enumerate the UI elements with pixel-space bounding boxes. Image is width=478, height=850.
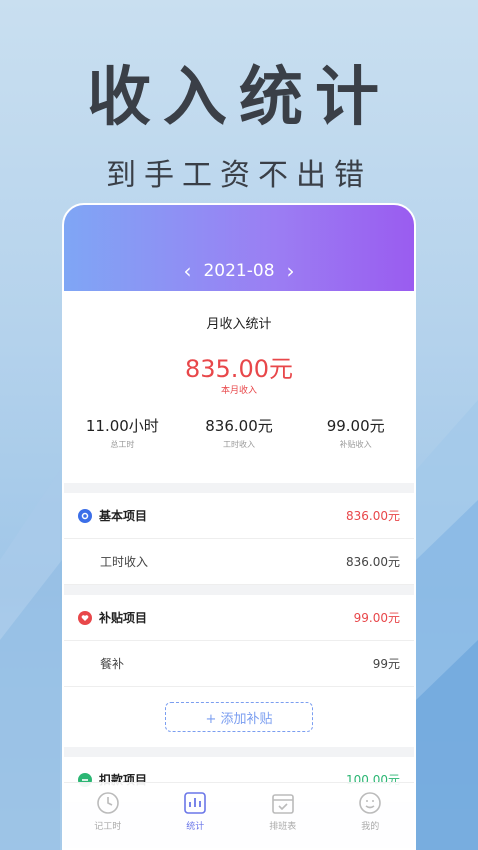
stat-hour-income: 836.00元 工时收入 — [181, 415, 298, 450]
summary-stats: 11.00小时 总工时 836.00元 工时收入 99.00元 补贴收入 — [64, 415, 414, 450]
subsidy-item-icon — [78, 610, 92, 625]
monthly-income-label: 本月收入 — [220, 386, 257, 396]
row-value: 836.00元 — [346, 555, 400, 569]
row-label: 工时收入 — [100, 555, 149, 569]
month-header: ‹ 2021-08 › — [64, 205, 414, 291]
section-title: 补贴项目 — [99, 611, 148, 625]
promo-subtitle: 到手工资不出错 — [106, 158, 372, 193]
tab-label: 统计 — [186, 822, 205, 832]
current-month[interactable]: 2021-08 — [203, 261, 274, 281]
tab-label: 我的 — [361, 822, 380, 832]
stat-subsidy-income: 99.00元 补贴收入 — [297, 415, 414, 450]
row-value: 99元 — [372, 657, 400, 671]
row-label: 餐补 — [100, 657, 125, 671]
face-icon — [359, 792, 382, 814]
chevron-right-icon[interactable]: › — [275, 259, 307, 283]
summary-title: 月收入统计 — [206, 317, 272, 332]
promo-title: 收入统计 — [87, 61, 391, 135]
tab-label: 记工时 — [94, 822, 122, 832]
basic-section-header[interactable]: 基本项目 836.00元 — [64, 493, 414, 539]
section-amount: 99.00元 — [353, 611, 400, 625]
list-item[interactable]: 工时收入 836.00元 — [64, 539, 414, 585]
month-navigator: ‹ 2021-08 › — [64, 259, 414, 283]
add-subsidy-wrap: + 添加补贴 — [64, 687, 414, 747]
stat-label: 工时收入 — [223, 440, 255, 449]
section-title: 基本项目 — [99, 509, 148, 523]
phone-screen: ‹ 2021-08 › 月收入统计 835.00元 本月收入 11.00小时 总… — [62, 203, 416, 850]
clock-icon — [96, 792, 119, 814]
chart-icon — [184, 792, 207, 814]
add-subsidy-button[interactable]: + 添加补贴 — [165, 702, 313, 732]
section-amount: 836.00元 — [346, 509, 400, 523]
stat-value: 836.00元 — [205, 417, 273, 435]
tab-schedule[interactable]: 排班表 — [239, 783, 327, 848]
monthly-income-amount: 835.00元 — [185, 355, 293, 383]
basic-section: 基本项目 836.00元 工时收入 836.00元 — [64, 493, 414, 585]
chevron-left-icon[interactable]: ‹ — [171, 259, 203, 283]
subsidy-section: 补贴项目 99.00元 餐补 99元 + 添加补贴 — [64, 595, 414, 747]
tab-profile[interactable]: 我的 — [327, 783, 415, 848]
stat-label: 总工时 — [110, 440, 135, 449]
calendar-icon — [271, 794, 294, 814]
stat-label: 补贴收入 — [339, 440, 372, 449]
tab-label: 排班表 — [269, 822, 297, 832]
subsidy-section-header[interactable]: 补贴项目 99.00元 — [64, 595, 414, 641]
stat-value: 11.00小时 — [85, 417, 159, 435]
list-item[interactable]: 餐补 99元 — [64, 641, 414, 687]
basic-item-icon — [78, 508, 92, 523]
tab-record-hours[interactable]: 记工时 — [64, 783, 152, 848]
monthly-summary: 月收入统计 835.00元 本月收入 11.00小时 总工时 836.00元 工… — [64, 291, 414, 483]
tab-statistics[interactable]: 统计 — [152, 783, 240, 848]
stat-total-hours: 11.00小时 总工时 — [64, 415, 181, 450]
stat-value: 99.00元 — [326, 417, 385, 435]
bottom-tab-bar: 记工时 统计 排班表 我的 — [64, 782, 414, 848]
